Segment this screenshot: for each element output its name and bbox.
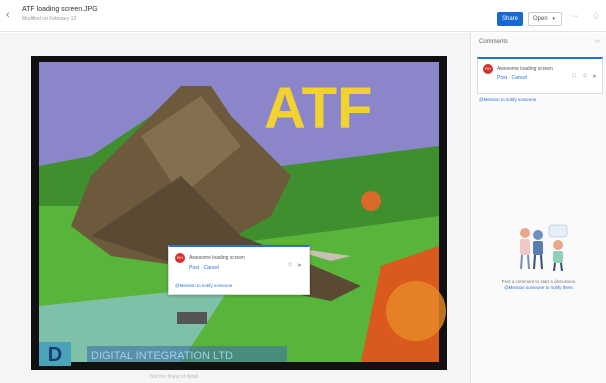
mention-hint: @Mention to notify someone xyxy=(175,283,233,288)
empty-state-link: @Mention someone to notify them. xyxy=(504,285,574,290)
mention-hint: @Mention to notify someone xyxy=(479,97,537,102)
comment-popup[interactable]: RH Awesome loading screen Post · Cancel … xyxy=(168,245,310,295)
post-button[interactable]: Post xyxy=(497,75,507,81)
image-viewer: D DIGITAL INTEGRATION LTD ATF Not the fi… xyxy=(0,33,470,383)
file-title: ATF loading screen.JPG xyxy=(22,6,98,13)
more-options-icon[interactable]: ··· xyxy=(571,13,578,20)
modified-date: Modified on February 12 xyxy=(22,16,77,22)
comments-panel: Comments ›› RH Awesome loading screen Po… xyxy=(470,33,606,383)
comment-text[interactable]: Awesome loading screen xyxy=(189,255,245,261)
notifications-icon[interactable]: ♢ xyxy=(592,11,600,22)
developer-banner: DIGITAL INTEGRATION LTD xyxy=(91,350,233,362)
developer-logo-letter: D xyxy=(48,344,62,366)
post-button[interactable]: Post xyxy=(189,265,199,271)
loading-screen-image: D DIGITAL INTEGRATION LTD ATF xyxy=(39,62,446,366)
image-frame: D DIGITAL INTEGRATION LTD ATF xyxy=(31,56,447,370)
avatar: RH xyxy=(175,253,185,263)
cancel-button[interactable]: Cancel xyxy=(511,75,527,81)
open-dropdown[interactable]: Open ▾ xyxy=(528,12,562,26)
comment-text[interactable]: Awesome loading screen xyxy=(497,66,553,72)
image-caption: Not the finest of detail xyxy=(150,374,199,380)
cancel-button[interactable]: Cancel xyxy=(203,265,219,271)
emoji-icon[interactable]: ☺ xyxy=(287,262,293,268)
comment-draft-card[interactable]: RH Awesome loading screen Post · Cancel … xyxy=(477,57,603,94)
mention-icon[interactable]: ➤ xyxy=(592,73,597,80)
game-title: ATF xyxy=(264,76,372,141)
people-illustration xyxy=(520,224,568,272)
attach-icon[interactable]: □ xyxy=(572,73,576,79)
collapse-icon[interactable]: ›› xyxy=(595,38,600,45)
panel-title: Comments xyxy=(479,39,509,45)
back-icon[interactable]: ‹ xyxy=(6,9,10,21)
share-button[interactable]: Share xyxy=(497,12,523,26)
empty-state-text: Post a comment to start a discussion. @M… xyxy=(479,279,599,291)
open-label: Open xyxy=(533,16,548,22)
mention-icon[interactable]: ➤ xyxy=(297,262,302,269)
avatar: RH xyxy=(483,64,493,74)
chevron-down-icon: ▾ xyxy=(552,16,555,22)
top-bar: ‹ ATF loading screen.JPG Modified on Feb… xyxy=(0,0,606,32)
empty-state-message: Post a comment to start a discussion. xyxy=(501,279,577,284)
emoji-icon[interactable]: ☺ xyxy=(582,73,588,79)
